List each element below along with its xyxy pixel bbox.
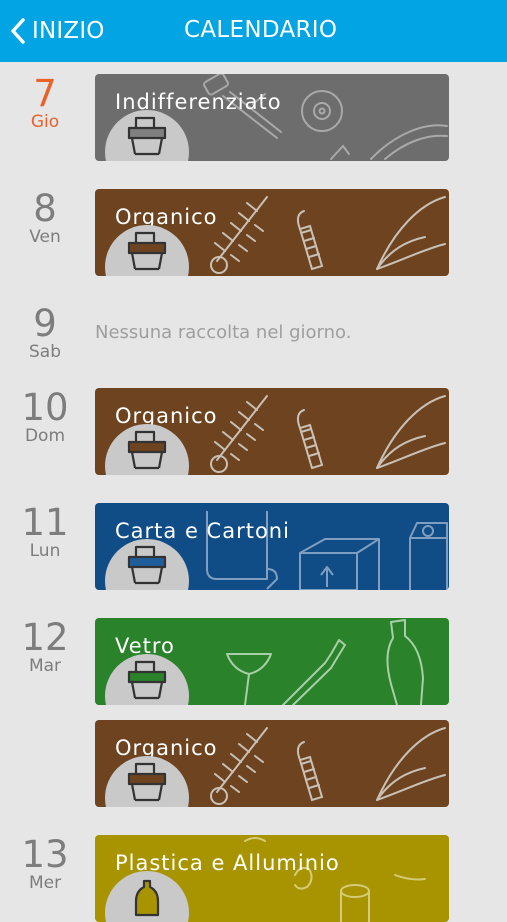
date-day-13: 13 Mer (0, 833, 90, 894)
day-of-week: Mar (28, 656, 62, 676)
collection-card-indifferenziato[interactable]: Indifferenziato (95, 74, 449, 161)
day-number: 8 (33, 187, 57, 230)
day-number: 10 (21, 386, 69, 429)
day-of-week: Lun (29, 541, 61, 561)
gray-bin-icon (127, 116, 167, 156)
card-label: Organico (115, 736, 218, 760)
day-number: 12 (21, 616, 69, 659)
collection-card-plastica-e-alluminio[interactable]: Plastica e Alluminio (95, 835, 449, 922)
collection-card-vetro[interactable]: Vetro (95, 618, 449, 705)
day-number: 13 (21, 833, 69, 876)
bottle-icon (134, 879, 160, 917)
day-of-week: Sab (29, 342, 61, 362)
back-label: INIZIO (32, 18, 105, 44)
day-number: 7 (33, 72, 57, 115)
page-title: CALENDARIO (184, 17, 338, 43)
no-collection-message: Nessuna raccolta nel giorno. (95, 322, 352, 343)
card-label: Organico (115, 205, 218, 229)
date-day-7: 7 Gio (0, 72, 90, 133)
date-day-8: 8 Ven (0, 187, 90, 248)
date-day-10: 10 Dom (0, 386, 90, 447)
collection-card-organico[interactable]: Organico (95, 720, 449, 807)
back-button[interactable]: INIZIO (10, 14, 105, 48)
day-number: 11 (21, 501, 69, 544)
collection-card-organico[interactable]: Organico (95, 388, 449, 475)
green-bin-icon (127, 660, 167, 700)
collection-card-carta-e-cartoni[interactable]: Carta e Cartoni (95, 503, 449, 590)
brown-bin-icon (127, 231, 167, 271)
date-day-9: 9 Sab (0, 302, 90, 363)
day-of-week: Mer (28, 873, 62, 893)
brown-bin-icon (127, 762, 167, 802)
card-label: Organico (115, 404, 218, 428)
top-bar: INIZIO CALENDARIO (0, 0, 507, 62)
date-day-11: 11 Lun (0, 501, 90, 562)
day-of-week: Ven (29, 227, 61, 247)
blue-bin-icon (127, 545, 167, 585)
day-of-week: Gio (30, 112, 60, 132)
day-number: 9 (33, 302, 57, 345)
date-day-12: 12 Mar (0, 616, 90, 677)
collection-card-organico[interactable]: Organico (95, 189, 449, 276)
day-of-week: Dom (24, 426, 66, 446)
chevron-left-icon (11, 18, 25, 44)
brown-bin-icon (127, 430, 167, 470)
